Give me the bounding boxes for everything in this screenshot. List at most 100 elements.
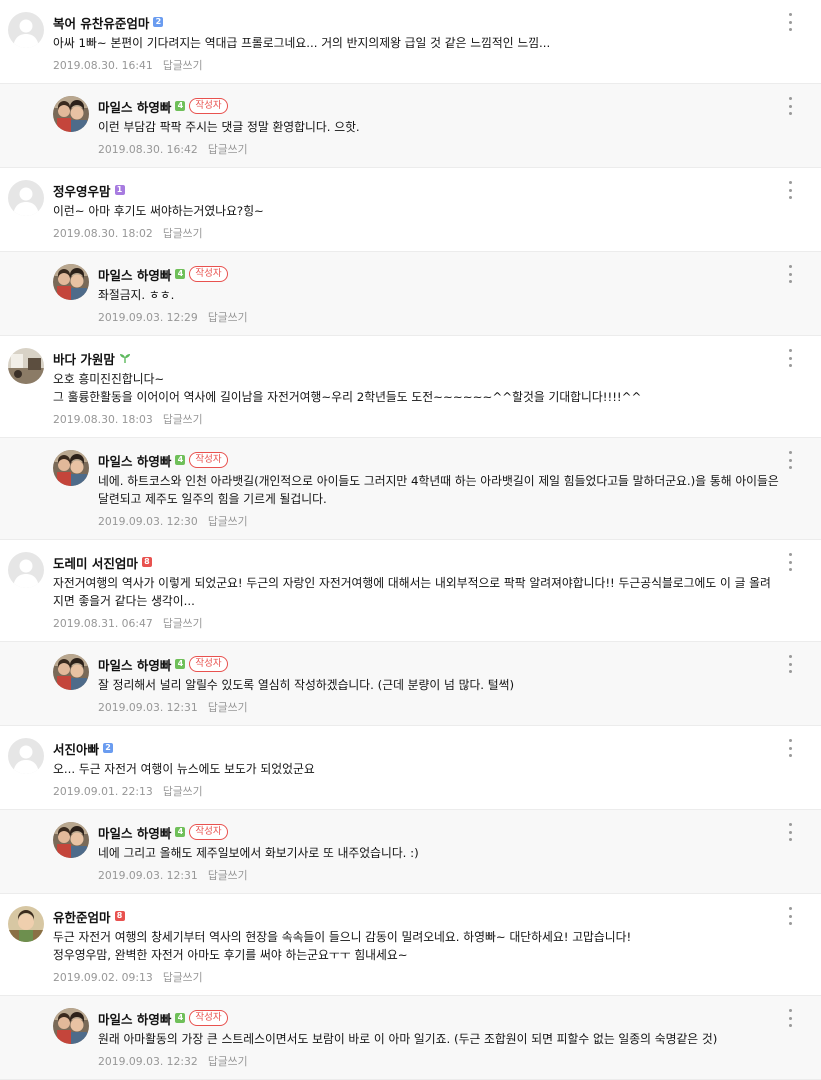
more-options-icon[interactable]: [785, 349, 795, 367]
nickname[interactable]: 마일스 하영빠: [98, 97, 171, 116]
comment-header: 마일스 하영빠 4 작성자: [98, 264, 781, 284]
more-options-icon[interactable]: [785, 907, 795, 925]
comment-meta: 2019.09.02. 09:13 답글쓰기: [53, 969, 781, 985]
reply-item: 마일스 하영빠 4 작성자 잘 정리해서 널리 알릴수 있도록 열심히 작성하겠습니다…: [0, 642, 821, 726]
reply-item: 마일스 하영빠 4 작성자이런 부담감 팍팍 주시는 댓글 정말 환영합니다. 으핫…: [0, 84, 821, 168]
nickname[interactable]: 마일스 하영빠: [98, 451, 171, 470]
level-badge: 4: [175, 827, 186, 837]
more-options-icon[interactable]: [785, 553, 795, 571]
nickname[interactable]: 서진아빠: [53, 739, 99, 758]
comment-text: 두근 자전거 여행의 창세기부터 역사의 현장을 속속들이 들으니 감동이 밀려…: [53, 930, 632, 962]
nickname[interactable]: 복어 유찬유준엄마: [53, 13, 149, 32]
sprout-icon: [119, 353, 131, 363]
avatar[interactable]: [8, 12, 44, 48]
more-options-icon[interactable]: [785, 451, 795, 469]
author-badge: 작성자: [189, 266, 228, 282]
comment-item: 유한준엄마 8 두근 자전거 여행의 창세기부터 역사의 현장을 속속들이 들으니 …: [0, 894, 821, 996]
avatar[interactable]: [53, 96, 89, 132]
comment-date: 2019.08.31. 06:47: [53, 617, 153, 630]
comment-header: 바다 가원맘: [53, 348, 781, 368]
comment-text: 원래 아마활동의 가장 큰 스트레스이면서도 보람이 바로 이 아마 일기죠. …: [98, 1032, 718, 1046]
level-badge: 4: [175, 659, 186, 669]
level-badge: 1: [114, 185, 125, 195]
reply-button[interactable]: 답글쓰기: [163, 227, 203, 240]
nickname[interactable]: 도레미 서진엄마: [53, 553, 138, 572]
reply-button[interactable]: 답글쓰기: [208, 311, 248, 324]
reply-button[interactable]: 답글쓰기: [163, 971, 203, 984]
more-options-icon[interactable]: [785, 97, 795, 115]
reply-button[interactable]: 답글쓰기: [163, 59, 203, 72]
reply-button[interactable]: 답글쓰기: [208, 869, 248, 882]
more-options-icon[interactable]: [785, 265, 795, 283]
avatar[interactable]: [8, 906, 44, 942]
comment-text: 오... 두근 자전거 여행이 뉴스에도 보도가 되었었군요: [53, 762, 315, 776]
avatar[interactable]: [8, 348, 44, 384]
comment-date: 2019.09.02. 09:13: [53, 971, 153, 984]
comment-meta: 2019.08.30. 16:41 답글쓰기: [53, 57, 781, 73]
comment-text: 좌절금지. ㅎㅎ.: [98, 288, 175, 302]
comment-header: 복어 유찬유준엄마 2: [53, 12, 781, 32]
comment-meta: 2019.09.03. 12:30 답글쓰기: [98, 513, 781, 529]
reply-item: 마일스 하영빠 4 작성자 원래 아마활동의 가장 큰 스트레스이면서도 보람이 바로…: [0, 996, 821, 1080]
comment-meta: 2019.09.03. 12:32 답글쓰기: [98, 1053, 781, 1069]
comment-text: 자전거여행의 역사가 이렇게 되었군요! 두근의 자랑인 자전거여행에 대해서는…: [53, 576, 771, 608]
reply-button[interactable]: 답글쓰기: [163, 413, 203, 426]
nickname[interactable]: 마일스 하영빠: [98, 823, 171, 842]
more-options-icon[interactable]: [785, 739, 795, 757]
level-badge: 8: [141, 557, 152, 567]
comment-list: 복어 유찬유준엄마 2 아싸 1빠~ 본편이 기다려지는 역대급 프롤로그네요...…: [0, 0, 821, 1080]
avatar[interactable]: [8, 180, 44, 216]
level-badge: 4: [175, 1013, 186, 1023]
comment-meta: 2019.08.30. 18:02 답글쓰기: [53, 225, 781, 241]
nickname[interactable]: 마일스 하영빠: [98, 265, 171, 284]
reply-button[interactable]: 답글쓰기: [208, 1055, 248, 1068]
more-options-icon[interactable]: [785, 1009, 795, 1027]
more-options-icon[interactable]: [785, 655, 795, 673]
reply-button[interactable]: 답글쓰기: [163, 785, 203, 798]
comment-date: 2019.08.30. 16:42: [98, 143, 198, 156]
comment-date: 2019.09.03. 12:32: [98, 1055, 198, 1068]
level-badge: 4: [175, 101, 186, 111]
comment-header: 도레미 서진엄마 8: [53, 552, 781, 572]
avatar[interactable]: [53, 264, 89, 300]
comment-text: 오호 흥미진진합니다~ 그 훌륭한활동을 이어이어 역사에 길이남을 자전거여행…: [53, 372, 642, 404]
avatar[interactable]: [8, 738, 44, 774]
reply-button[interactable]: 답글쓰기: [208, 701, 248, 714]
nickname[interactable]: 바다 가원맘: [53, 349, 115, 368]
comment-date: 2019.09.01. 22:13: [53, 785, 153, 798]
comment-text: 이런 부담감 팍팍 주시는 댓글 정말 환영합니다. 으핫.: [98, 120, 360, 134]
comment-header: 서진아빠 2: [53, 738, 781, 758]
level-badge: 2: [153, 17, 164, 27]
nickname[interactable]: 마일스 하영빠: [98, 1009, 171, 1028]
avatar[interactable]: [53, 450, 89, 486]
comment-header: 마일스 하영빠 4 작성자: [98, 822, 781, 842]
avatar[interactable]: [53, 822, 89, 858]
level-badge: 4: [175, 455, 186, 465]
more-options-icon[interactable]: [785, 181, 795, 199]
avatar[interactable]: [8, 552, 44, 588]
comment-text: 네에 그리고 올해도 제주일보에서 화보기사로 또 내주었습니다. :): [98, 846, 419, 860]
author-badge: 작성자: [189, 98, 228, 114]
more-options-icon[interactable]: [785, 13, 795, 31]
nickname[interactable]: 정우영우맘: [53, 181, 111, 200]
comment-text: 네에. 하트코스와 인천 아라뱃길(개인적으로 아이들도 그러지만 4학년때 하…: [98, 474, 779, 506]
comment-item: 서진아빠 2 오... 두근 자전거 여행이 뉴스에도 보도가 되었었군요 2019.…: [0, 726, 821, 810]
nickname[interactable]: 유한준엄마: [53, 907, 111, 926]
avatar[interactable]: [53, 654, 89, 690]
comment-meta: 2019.09.01. 22:13 답글쓰기: [53, 783, 781, 799]
reply-button[interactable]: 답글쓰기: [208, 515, 248, 528]
comment-date: 2019.09.03. 12:30: [98, 515, 198, 528]
level-badge: 2: [103, 743, 114, 753]
comment-date: 2019.09.03. 12:31: [98, 701, 198, 714]
comment-meta: 2019.08.31. 06:47 답글쓰기: [53, 615, 781, 631]
comment-date: 2019.08.30. 18:03: [53, 413, 153, 426]
comment-item: 복어 유찬유준엄마 2 아싸 1빠~ 본편이 기다려지는 역대급 프롤로그네요...…: [0, 0, 821, 84]
nickname[interactable]: 마일스 하영빠: [98, 655, 171, 674]
comment-text: 아싸 1빠~ 본편이 기다려지는 역대급 프롤로그네요... 거의 반지의제왕 …: [53, 36, 551, 50]
more-options-icon[interactable]: [785, 823, 795, 841]
reply-button[interactable]: 답글쓰기: [208, 143, 248, 156]
reply-button[interactable]: 답글쓰기: [163, 617, 203, 630]
avatar[interactable]: [53, 1008, 89, 1044]
comment-item: 도레미 서진엄마 8 자전거여행의 역사가 이렇게 되었군요! 두근의 자랑인 자전…: [0, 540, 821, 642]
comment-date: 2019.09.03. 12:31: [98, 869, 198, 882]
